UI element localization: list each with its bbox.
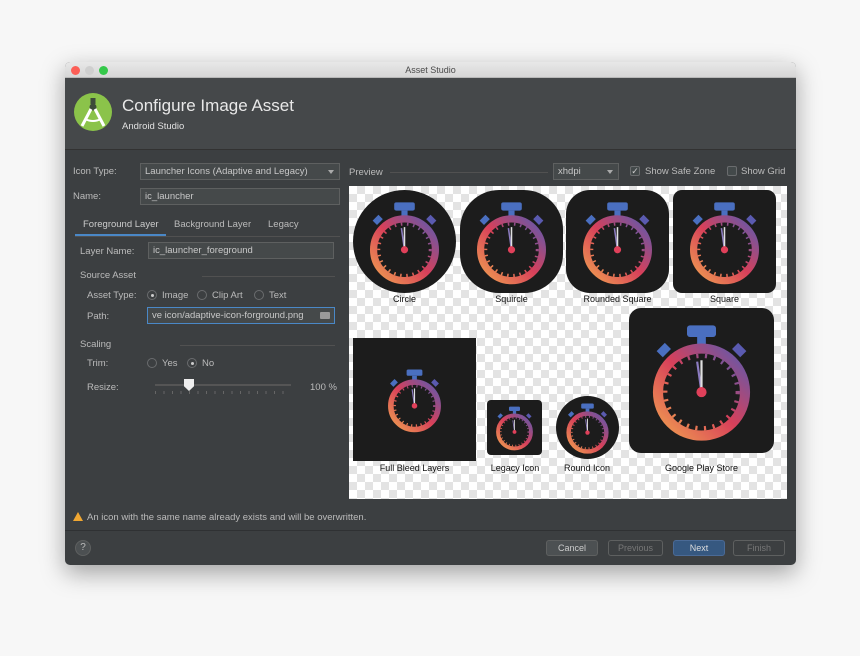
icon-type-dropdown[interactable]: Launcher Icons (Adaptive and Legacy) bbox=[140, 163, 340, 180]
asset-type-clip-art-radio[interactable] bbox=[197, 290, 207, 300]
full-bleed-layers-preview bbox=[353, 338, 476, 461]
show-grid-label[interactable]: Show Grid bbox=[741, 166, 785, 177]
page-title: Configure Image Asset bbox=[122, 96, 294, 115]
round-icon-caption: Round Icon bbox=[563, 463, 611, 473]
asset-type-label: Asset Type: bbox=[87, 290, 137, 301]
squircle-icon-preview bbox=[460, 190, 563, 293]
show-safe-zone-checkbox[interactable]: ✓ bbox=[630, 166, 640, 176]
icon-type-label: Icon Type: bbox=[73, 166, 117, 177]
squircle-caption: Squircle bbox=[495, 294, 528, 304]
scaling-divider bbox=[180, 345, 335, 346]
show-safe-zone-label[interactable]: Show Safe Zone bbox=[645, 166, 715, 177]
tab-legacy[interactable]: Legacy bbox=[268, 219, 299, 230]
resize-value: 100 % bbox=[310, 382, 337, 393]
rounded-square-icon-preview bbox=[566, 190, 669, 293]
preview-canvas: Circle Squircle Rounded Square Square Fu… bbox=[349, 186, 787, 499]
trim-label: Trim: bbox=[87, 358, 109, 369]
name-input[interactable]: ic_launcher bbox=[140, 188, 340, 205]
tab-background-layer[interactable]: Background Layer bbox=[174, 219, 251, 230]
title-bar: Asset Studio bbox=[65, 62, 796, 78]
trim-yes-radio[interactable] bbox=[147, 358, 157, 368]
folder-icon[interactable] bbox=[320, 312, 330, 319]
trim-no-label[interactable]: No bbox=[202, 358, 214, 369]
wizard-header: Configure Image Asset Android Studio bbox=[65, 78, 796, 150]
density-dropdown[interactable]: xhdpi bbox=[553, 163, 619, 180]
full-bleed-caption: Full Bleed Layers bbox=[379, 463, 450, 473]
asset-studio-window: Asset Studio Configure Image Asset Andro… bbox=[65, 62, 796, 565]
legacy-icon-caption: Legacy Icon bbox=[490, 463, 540, 473]
tab-foreground-layer[interactable]: Foreground Layer bbox=[83, 219, 159, 230]
path-value: ve icon/adaptive-icon-forground.png bbox=[152, 310, 304, 321]
asset-type-image-radio[interactable] bbox=[147, 290, 157, 300]
finish-button[interactable]: Finish bbox=[733, 540, 785, 556]
circle-caption: Circle bbox=[392, 294, 416, 304]
square-icon-preview bbox=[673, 190, 776, 293]
help-button[interactable]: ? bbox=[75, 540, 91, 556]
resize-slider-ticks bbox=[155, 391, 291, 394]
asset-type-clip-art-label[interactable]: Clip Art bbox=[212, 290, 243, 301]
google-play-store-preview bbox=[629, 308, 774, 453]
path-label: Path: bbox=[87, 311, 110, 322]
page-subtitle: Android Studio bbox=[122, 121, 185, 132]
scaling-heading: Scaling bbox=[80, 339, 112, 350]
layer-name-input[interactable]: ic_launcher_foreground bbox=[148, 242, 334, 259]
warning-icon bbox=[73, 512, 83, 521]
trim-yes-label[interactable]: Yes bbox=[162, 358, 178, 369]
icon-type-value: Launcher Icons (Adaptive and Legacy) bbox=[145, 166, 308, 177]
tab-divider bbox=[75, 236, 340, 237]
warning-message: An icon with the same name already exist… bbox=[87, 512, 367, 523]
cancel-button[interactable]: Cancel bbox=[546, 540, 598, 556]
resize-label: Resize: bbox=[87, 382, 119, 393]
google-play-store-caption: Google Play Store bbox=[664, 463, 739, 473]
path-input[interactable]: ve icon/adaptive-icon-forground.png bbox=[147, 307, 335, 324]
android-studio-logo-icon bbox=[74, 93, 112, 131]
density-value: xhdpi bbox=[558, 166, 581, 177]
legacy-icon-preview bbox=[487, 400, 542, 455]
minimize-window-button[interactable] bbox=[85, 66, 94, 75]
window-title: Asset Studio bbox=[405, 65, 456, 75]
chevron-down-icon bbox=[328, 170, 334, 174]
chevron-down-icon bbox=[607, 170, 613, 174]
source-asset-divider bbox=[202, 276, 335, 277]
source-asset-heading: Source Asset bbox=[80, 270, 136, 281]
zoom-window-button[interactable] bbox=[99, 66, 108, 75]
rounded-square-caption: Rounded Square bbox=[583, 294, 652, 304]
preview-heading: Preview bbox=[349, 167, 383, 178]
next-button[interactable]: Next bbox=[673, 540, 725, 556]
close-window-button[interactable] bbox=[71, 66, 80, 75]
asset-type-image-label[interactable]: Image bbox=[162, 290, 188, 301]
previous-button[interactable]: Previous bbox=[608, 540, 663, 556]
show-grid-checkbox[interactable] bbox=[727, 166, 737, 176]
resize-slider-thumb[interactable] bbox=[184, 379, 194, 391]
round-icon-preview bbox=[556, 396, 619, 459]
asset-type-text-label[interactable]: Text bbox=[269, 290, 286, 301]
trim-no-radio[interactable] bbox=[187, 358, 197, 368]
layer-name-label: Layer Name: bbox=[80, 246, 135, 257]
asset-type-text-radio[interactable] bbox=[254, 290, 264, 300]
name-label: Name: bbox=[73, 191, 101, 202]
footer-divider bbox=[65, 530, 796, 531]
resize-slider-track[interactable] bbox=[155, 384, 291, 386]
preview-divider bbox=[390, 172, 548, 173]
square-caption: Square bbox=[709, 294, 740, 304]
circle-icon-preview bbox=[353, 190, 456, 293]
